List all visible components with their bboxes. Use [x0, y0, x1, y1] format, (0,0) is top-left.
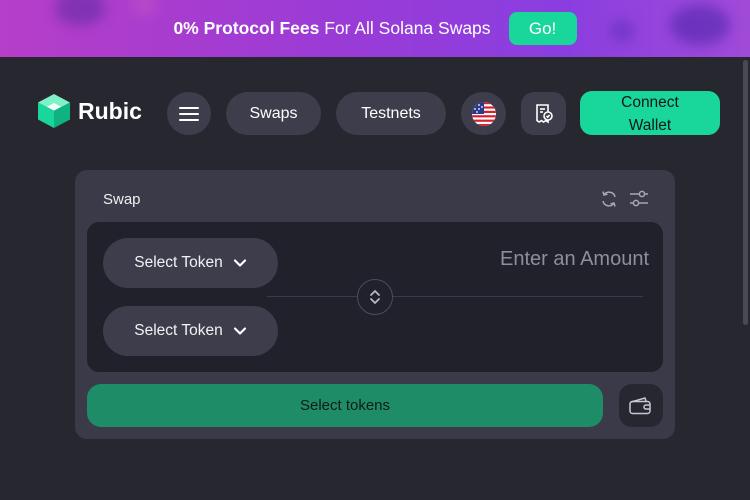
promo-banner: 0% Protocol Fees For All Solana Swaps Go… [0, 0, 750, 57]
chevron-down-icon [233, 259, 246, 267]
swaps-button[interactable]: Swaps [226, 92, 321, 135]
banner-message: For All Solana Swaps [319, 18, 491, 38]
logo[interactable]: Rubic [37, 93, 142, 129]
receiver-wallet-button[interactable] [619, 384, 663, 427]
banner-text: 0% Protocol Fees For All Solana Swaps [173, 18, 490, 39]
menu-button[interactable] [167, 92, 211, 135]
hamburger-menu-icon [179, 106, 199, 121]
swap-title: Swap [103, 191, 141, 208]
banner-decoration [55, 0, 105, 26]
to-token-label: Select Token [134, 322, 223, 339]
header: Rubic Swaps Testnets Connect Wallet [0, 90, 750, 136]
testnets-button[interactable]: Testnets [336, 92, 446, 135]
banner-decoration [610, 20, 634, 42]
from-token-selector[interactable]: Select Token [103, 238, 278, 288]
wallet-icon [629, 396, 651, 414]
to-token-selector[interactable]: Select Token [103, 306, 278, 356]
swap-tools [599, 189, 649, 209]
connect-wallet-button[interactable]: Connect Wallet [580, 91, 720, 135]
chevron-down-icon [233, 327, 246, 335]
logo-text: Rubic [78, 97, 142, 124]
banner-go-button[interactable]: Go! [508, 12, 577, 45]
refresh-icon [602, 191, 616, 207]
form-divider [267, 296, 643, 297]
from-token-label: Select Token [134, 254, 223, 271]
us-flag-icon [471, 101, 496, 126]
connect-wallet-label-2: Wallet [628, 117, 672, 134]
receipt-history-icon [535, 103, 553, 123]
page-scrollbar[interactable] [743, 60, 748, 325]
sliders-settings-icon [630, 190, 648, 207]
cube-logo-icon [38, 94, 70, 128]
refresh-button[interactable] [599, 189, 619, 209]
connect-wallet-label: Connect [621, 94, 679, 111]
swap-arrows-icon [370, 290, 380, 304]
settings-button[interactable] [629, 189, 649, 209]
banner-decoration [130, 0, 158, 16]
history-button[interactable] [521, 92, 566, 135]
banner-decoration [670, 5, 730, 45]
swap-form: Select Token Select Token [87, 222, 663, 372]
amount-input[interactable] [429, 244, 649, 274]
banner-highlight: 0% Protocol Fees [173, 18, 320, 38]
select-tokens-button[interactable]: Select tokens [87, 384, 603, 427]
switch-tokens-button[interactable] [357, 279, 393, 315]
language-button[interactable] [461, 92, 506, 135]
swap-card: Swap Select Token Enter an Amount Select… [75, 170, 675, 439]
